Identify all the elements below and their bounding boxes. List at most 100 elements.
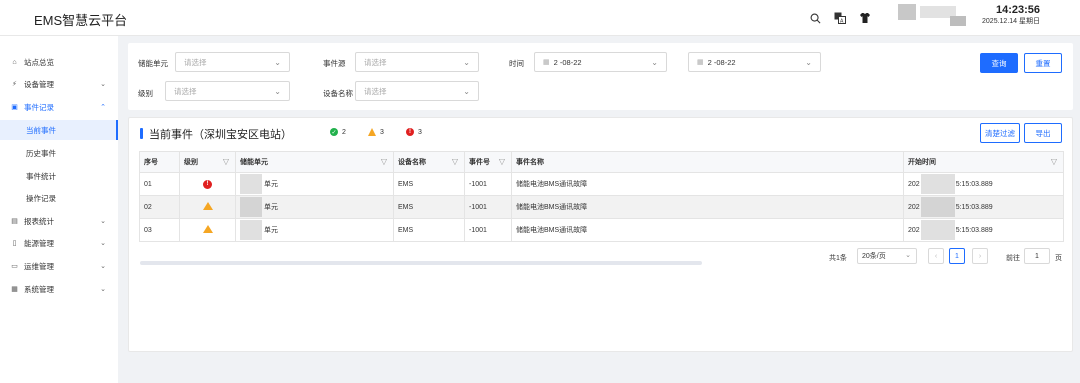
reset-button[interactable]: 重置 (1024, 53, 1062, 73)
event-source-select[interactable]: 请选择 ⌄ (355, 52, 479, 72)
calendar-icon: ▦ (543, 59, 550, 66)
horizontal-scrollbar[interactable] (140, 261, 702, 265)
sidebar-subitem-operation-log[interactable]: 操作记录 (0, 188, 118, 208)
cell-unit-text: 单元 (264, 226, 278, 234)
cell-event-no: -1001 (464, 218, 512, 242)
redacted-block (240, 220, 262, 240)
chevron-down-icon: ⌄ (651, 58, 658, 67)
cell-unit: 单元 (235, 195, 394, 219)
level-label: 级别 (138, 89, 153, 98)
column-header-event-no: 事件号 ▽ (464, 151, 512, 173)
cell-seq: 01 (139, 172, 180, 196)
chevron-down-icon: ⌄ (905, 252, 911, 259)
event-source-placeholder: 请选择 (364, 57, 387, 67)
sidebar-item-label: 能源管理 (24, 238, 54, 248)
table-row[interactable]: 03 单元 EMS -1001 储能电池BMS通讯故障 202 5:15:03.8… (139, 218, 1064, 242)
clock: 14:23:56 2025.12.14 星期日 (982, 4, 1040, 27)
page-size-select[interactable]: 20条/页 ⌄ (857, 248, 917, 264)
report-icon: ▤ (11, 218, 18, 225)
top-bar: EMS智慧云平台 A 14:23:56 2025.12.14 星期日 (0, 0, 1080, 36)
chevron-down-icon: ⌄ (100, 286, 106, 293)
table-row[interactable]: 01 ! 单元 EMS -1001 储能电池BMS通讯故障 202 5:15:03… (139, 172, 1064, 196)
time-start-picker[interactable]: ▦ 2 -08-22 ⌄ (534, 52, 667, 72)
sidebar-item-label: 报表统计 (24, 216, 54, 226)
shirt-icon[interactable] (858, 11, 872, 25)
sidebar-subitem-label: 事件统计 (26, 171, 56, 181)
warning-icon (202, 202, 213, 210)
error-count-value: 3 (418, 128, 422, 136)
start-time-suffix: 5:15:03.889 (955, 180, 993, 188)
column-header-level: 级别 ▽ (179, 151, 236, 173)
sidebar-item-system-management[interactable]: ▦ 系统管理 ⌄ (0, 279, 118, 299)
page-number-button[interactable]: 1 (949, 248, 965, 264)
time-end-value: 2 -08-22 (707, 57, 736, 67)
sidebar-subitem-history-events[interactable]: 历史事件 (0, 143, 118, 163)
filter-icon[interactable]: ▽ (381, 157, 387, 166)
cell-event-name: 储能电池BMS通讯故障 (511, 195, 904, 219)
bolt-icon: ⚡ (12, 81, 17, 88)
sidebar-item-overview[interactable]: ⌂ 站点总览 (0, 52, 118, 72)
sidebar-item-label: 系统管理 (24, 284, 54, 294)
clock-time: 14:23:56 (995, 4, 1040, 16)
sidebar-item-device-management[interactable]: ⚡ 设备管理 ⌄ (0, 74, 118, 94)
column-header-label: 事件号 (469, 159, 490, 166)
table-header-row: 序号 级别 ▽ 储能单元 ▽ 设备名称 ▽ 事件号 ▽ 事件名称 开始时间 ▽ (139, 151, 1064, 173)
monitor-icon: ▭ (11, 263, 18, 270)
export-button[interactable]: 导出 (1024, 123, 1062, 143)
sidebar-item-event-records[interactable]: ▣ 事件记录 ⌃ (0, 97, 118, 117)
sidebar-item-label: 运维管理 (24, 261, 54, 271)
redacted-block (920, 220, 955, 240)
svg-text:A: A (840, 19, 844, 25)
start-time-suffix: 5:15:03.889 (955, 203, 993, 211)
goto-label: 前往 (1006, 255, 1020, 262)
check-icon: ✓ (330, 128, 338, 136)
cell-level (179, 195, 236, 219)
translate-icon[interactable]: A (833, 11, 847, 25)
sidebar-item-energy-management[interactable]: ▯ 能源管理 ⌄ (0, 233, 118, 253)
error-icon: ! (203, 179, 212, 189)
normal-count: ✓ 2 (330, 128, 346, 136)
chevron-down-icon: ⌄ (805, 58, 812, 67)
pagination-total: 共1条 (829, 255, 847, 262)
search-icon[interactable] (808, 11, 822, 25)
section-marker (140, 128, 143, 139)
sidebar-subitem-label: 当前事件 (26, 125, 56, 135)
filter-icon[interactable]: ▽ (223, 157, 229, 166)
events-table: 序号 级别 ▽ 储能单元 ▽ 设备名称 ▽ 事件号 ▽ 事件名称 开始时间 ▽ 01 ! … (139, 151, 1064, 242)
redacted-block (240, 197, 262, 217)
time-label: 时间 (509, 59, 524, 68)
time-end-picker[interactable]: ▦ 2 -08-22 ⌄ (688, 52, 821, 72)
column-header-event-name: 事件名称 (511, 151, 904, 173)
avatar[interactable] (898, 4, 916, 20)
cell-seq: 02 (139, 195, 180, 219)
sidebar-subitem-current-events[interactable]: 当前事件 (0, 120, 118, 140)
filter-icon[interactable]: ▽ (499, 157, 505, 166)
prev-page-button[interactable]: ‹ (928, 248, 944, 264)
sidebar-item-reports[interactable]: ▤ 报表统计 ⌄ (0, 211, 118, 231)
warning-icon (202, 225, 213, 233)
chevron-down-icon: ⌄ (100, 218, 106, 225)
calendar-icon: ▦ (697, 59, 704, 66)
record-icon: ▣ (11, 104, 18, 111)
device-name-select[interactable]: 请选择 ⌄ (355, 81, 479, 101)
level-select[interactable]: 请选择 ⌄ (165, 81, 290, 101)
cell-device: EMS (393, 172, 465, 196)
query-button[interactable]: 查询 (980, 53, 1018, 73)
chevron-up-icon: ⌃ (100, 104, 106, 111)
filter-icon[interactable]: ▽ (1051, 157, 1057, 166)
next-page-button[interactable]: › (972, 248, 988, 264)
table-row[interactable]: 02 单元 EMS -1001 储能电池BMS通讯故障 202 5:15:03.8… (139, 195, 1064, 219)
cell-level: ! (179, 172, 236, 196)
column-header-unit: 储能单元 ▽ (235, 151, 394, 173)
sidebar-subitem-event-statistics[interactable]: 事件统计 (0, 166, 118, 186)
warning-icon (368, 128, 376, 136)
chevron-down-icon: ⌄ (463, 87, 470, 96)
clear-filter-button[interactable]: 清楚过滤 (980, 123, 1020, 143)
storage-unit-select[interactable]: 请选择 ⌄ (175, 52, 290, 72)
goto-page-input[interactable]: 1 (1024, 248, 1050, 264)
sidebar-subitem-label: 历史事件 (26, 148, 56, 158)
normal-count-value: 2 (342, 128, 346, 136)
event-source-label: 事件源 (323, 59, 346, 68)
sidebar-item-operations[interactable]: ▭ 运维管理 ⌄ (0, 256, 118, 276)
filter-icon[interactable]: ▽ (452, 157, 458, 166)
